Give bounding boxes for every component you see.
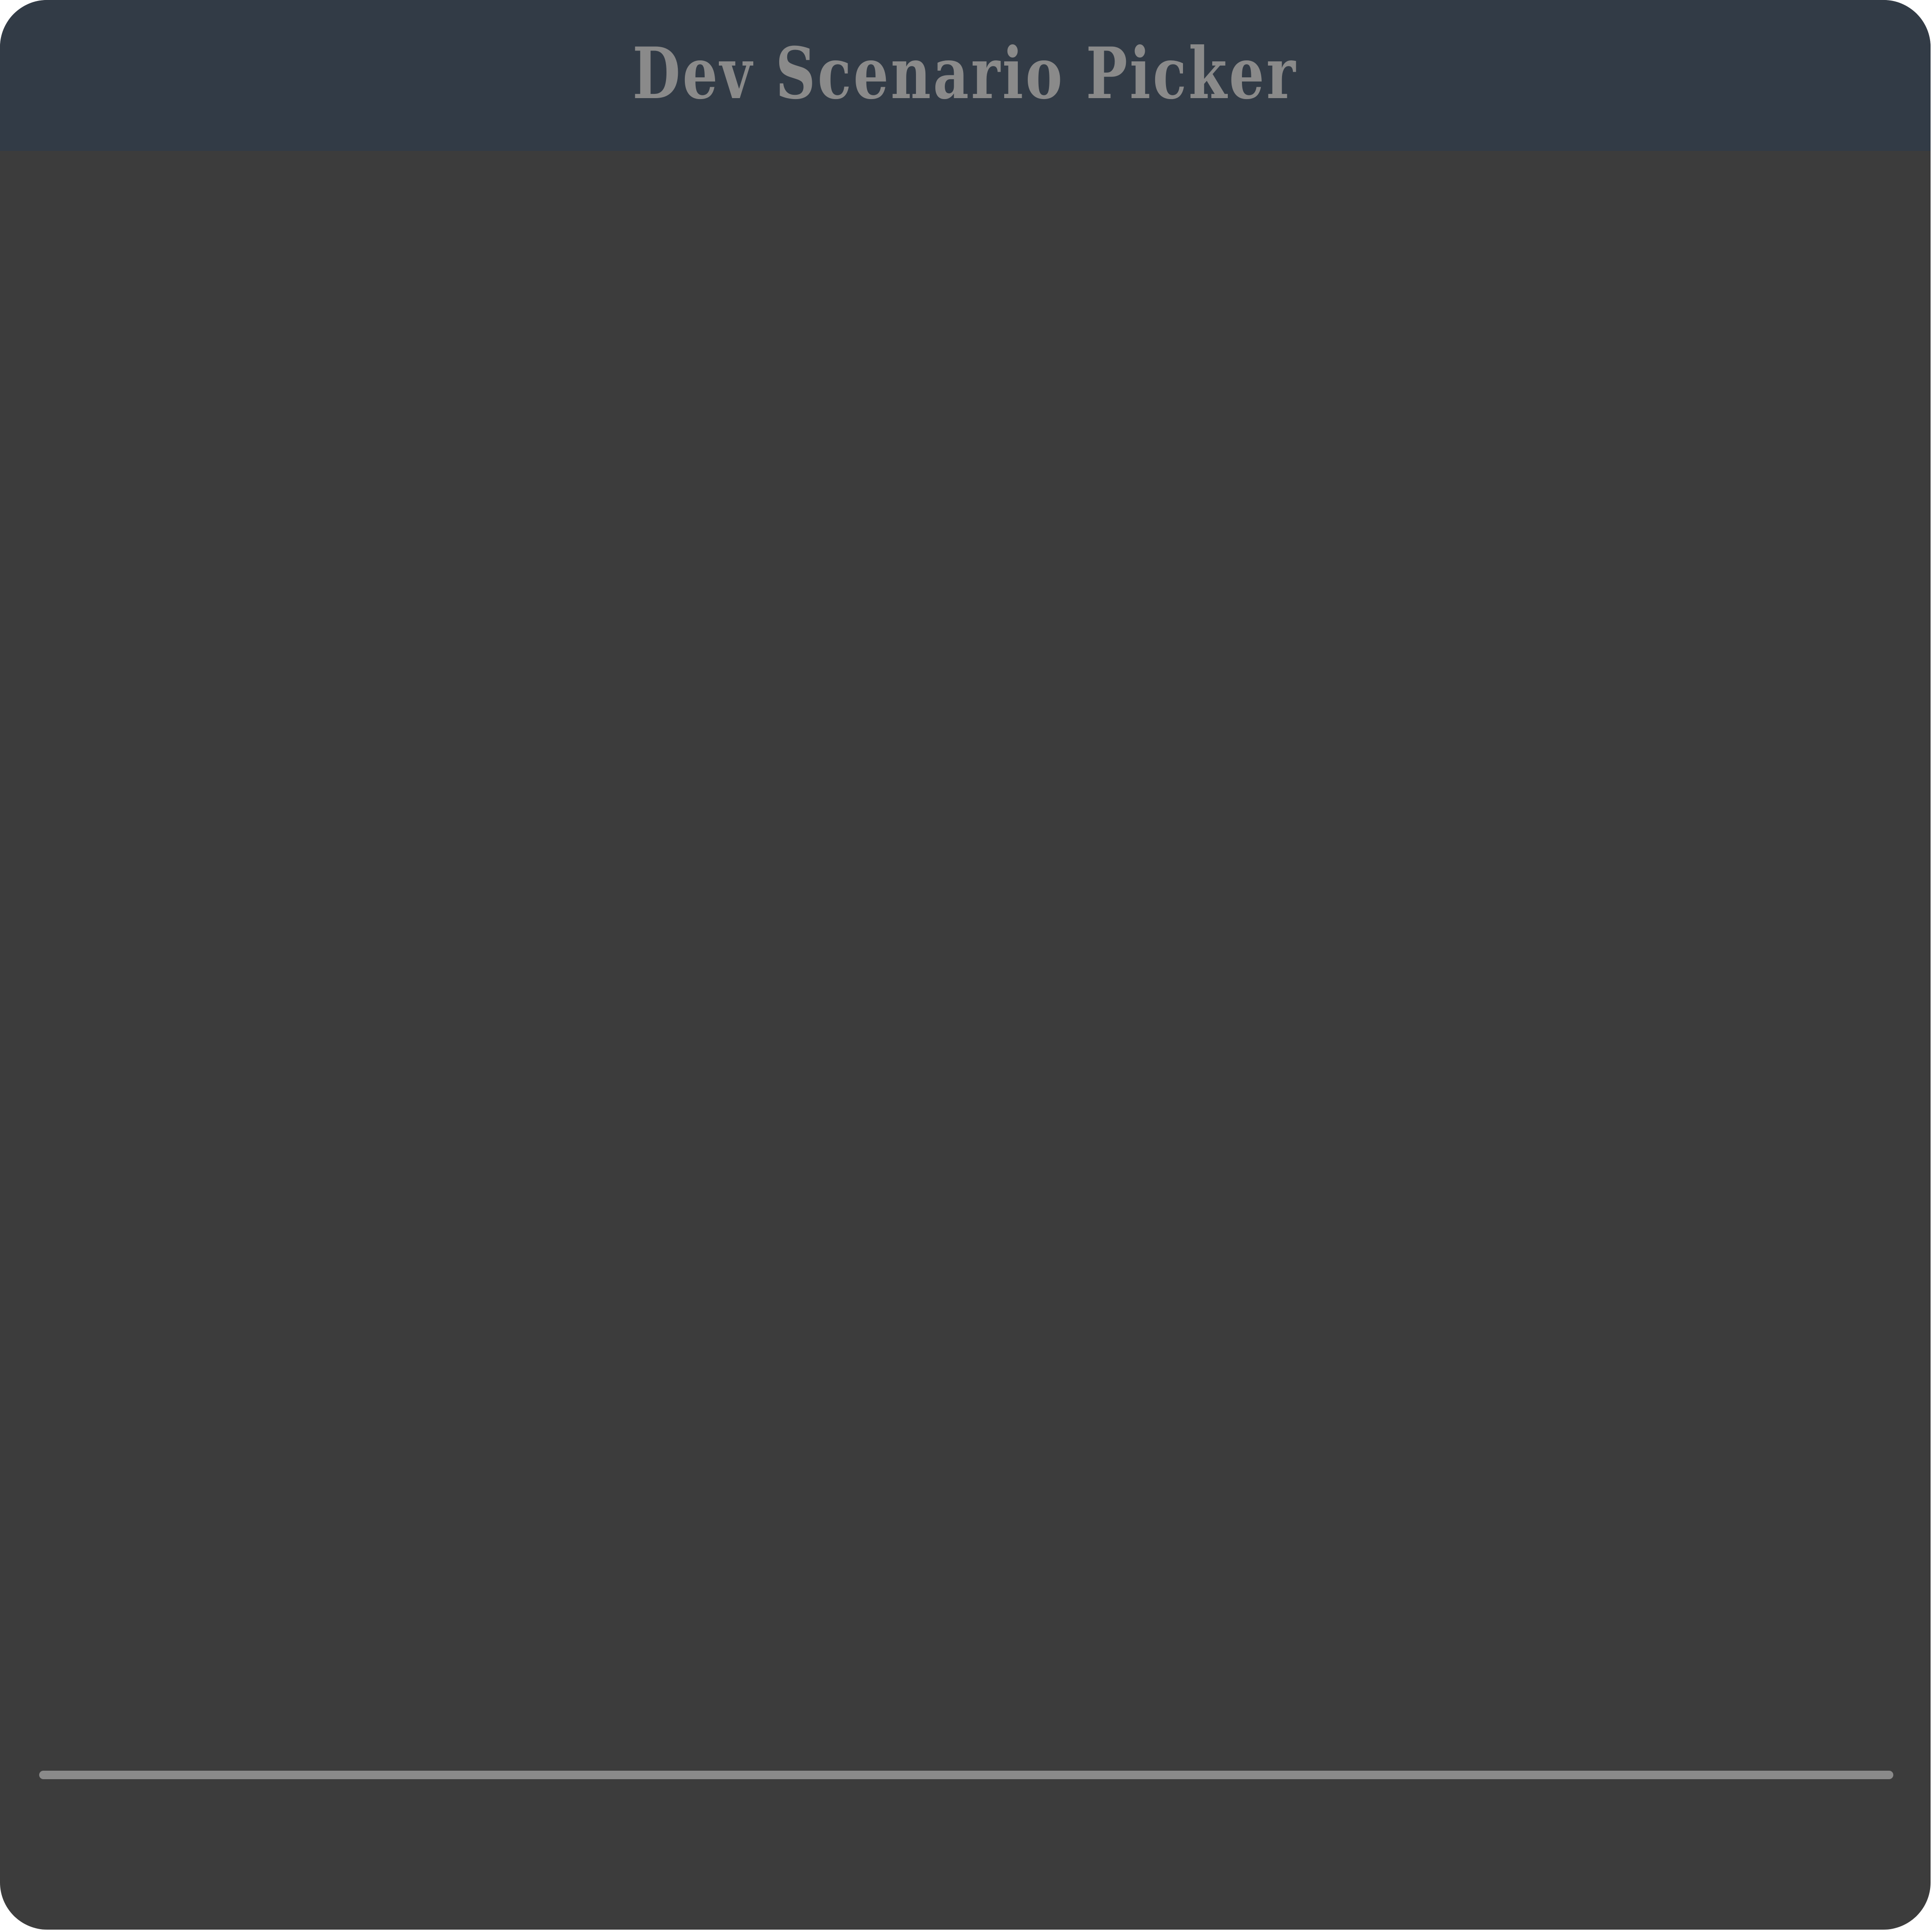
progress-bar[interactable] (39, 1771, 1893, 1779)
progress-fill (39, 1771, 1893, 1779)
title-bar: Dev Scenario Picker (0, 0, 1931, 151)
dev-scenario-picker-window: Dev Scenario Picker (0, 0, 1931, 1930)
window-title: Dev Scenario Picker (633, 32, 1298, 115)
scenario-list-area (0, 151, 1931, 1930)
